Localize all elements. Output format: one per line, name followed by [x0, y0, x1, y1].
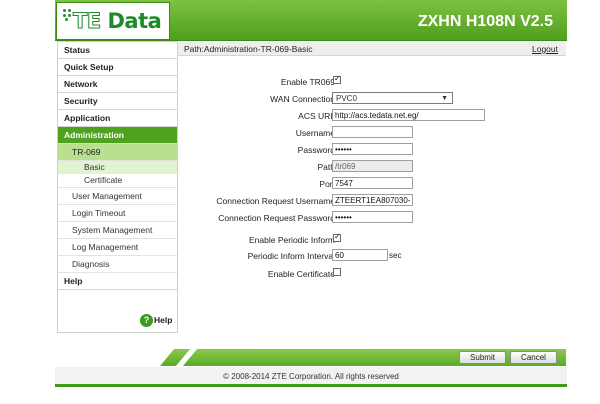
- row-conn-req-password: Connection Request Password ••••••: [178, 211, 566, 225]
- sidebar-menu: Status Quick Setup Network Security Appl…: [57, 41, 178, 333]
- wan-connection-value: PVC0: [336, 94, 357, 103]
- acs-url-input[interactable]: http://acs.tedata.net.eg/: [332, 109, 485, 121]
- breadcrumb-bar: Path:Administration-TR-069-Basic Logout: [178, 41, 566, 56]
- menu-item-network[interactable]: Network: [58, 76, 177, 93]
- path-input: /tr069: [332, 160, 413, 172]
- row-enable-certificate: Enable Certificate: [178, 267, 566, 281]
- enable-certificate-checkbox[interactable]: [333, 268, 341, 276]
- periodic-interval-label: Periodic Inform Interval: [247, 251, 335, 261]
- enable-tr069-label: Enable TR069: [280, 77, 335, 87]
- password-label: Password: [297, 145, 335, 155]
- tr069-submenu: Basic Certificate: [58, 161, 177, 188]
- help-link[interactable]: ? Help: [140, 314, 172, 327]
- submit-button[interactable]: Submit: [459, 351, 506, 364]
- conn-req-username-input[interactable]: ZTEERT1EA807030-: [332, 194, 413, 206]
- sub-item-tr069[interactable]: TR-069: [58, 144, 177, 161]
- menu-item-administration[interactable]: Administration: [58, 127, 177, 144]
- breadcrumb: Path:Administration-TR-069-Basic: [184, 44, 313, 54]
- help-icon: ?: [140, 314, 153, 327]
- row-enable-tr069: Enable TR069: [178, 74, 566, 89]
- footer: © 2008-2014 ZTE Corporation. All rights …: [55, 367, 567, 387]
- row-acs-url: ACS URL http://acs.tedata.net.eg/: [178, 109, 566, 123]
- help-link-label: Help: [154, 314, 173, 325]
- logo: TE Data: [56, 2, 170, 40]
- menu-item-security[interactable]: Security: [58, 93, 177, 110]
- username-input[interactable]: [332, 126, 413, 138]
- sub-item-log-management[interactable]: Log Management: [58, 239, 177, 256]
- menu-item-status[interactable]: Status: [58, 42, 177, 59]
- username-label: Username: [295, 128, 335, 138]
- model-name: ZXHN H108N V2.5: [417, 13, 553, 30]
- logo-dots-icon: [63, 9, 73, 21]
- menu-item-help[interactable]: Help: [58, 273, 177, 290]
- enable-certificate-label: Enable Certificate: [267, 269, 335, 279]
- periodic-interval-input[interactable]: 60: [332, 249, 388, 261]
- cancel-button[interactable]: Cancel: [510, 351, 557, 364]
- subsub-item-certificate[interactable]: Certificate: [58, 174, 177, 187]
- copyright-text: © 2008-2014 ZTE Corporation. All rights …: [223, 372, 399, 381]
- logout-link[interactable]: Logout: [532, 44, 558, 54]
- row-path: Path /tr069: [178, 160, 566, 174]
- subsub-item-basic[interactable]: Basic: [58, 161, 177, 174]
- conn-req-username-label: Connection Request Username: [216, 196, 335, 206]
- enable-tr069-checkbox[interactable]: [333, 74, 341, 84]
- menu-item-application[interactable]: Application: [58, 110, 177, 127]
- logo-text: TE Data: [73, 9, 162, 34]
- sub-item-diagnosis[interactable]: Diagnosis: [58, 256, 177, 273]
- menu-item-quick-setup[interactable]: Quick Setup: [58, 59, 177, 76]
- sub-item-system-management[interactable]: System Management: [58, 222, 177, 239]
- sub-item-login-timeout[interactable]: Login Timeout: [58, 205, 177, 222]
- row-wan-connection: WAN Connection PVC0 ▼: [178, 92, 566, 106]
- acs-url-label: ACS URL: [298, 111, 335, 121]
- row-periodic-interval: Periodic Inform Interval 60 sec: [178, 249, 566, 263]
- row-username: Username: [178, 126, 566, 140]
- port-input[interactable]: 7547: [332, 177, 413, 189]
- dropdown-arrow-icon: ▼: [441, 95, 448, 102]
- password-input[interactable]: ••••••: [332, 143, 413, 155]
- row-port: Port 7547: [178, 177, 566, 191]
- sub-item-user-management[interactable]: User Management: [58, 188, 177, 205]
- row-enable-periodic: Enable Periodic Inform: [178, 232, 566, 247]
- conn-req-password-input[interactable]: ••••••: [332, 211, 413, 223]
- row-conn-req-username: Connection Request Username ZTEERT1EA807…: [178, 194, 566, 208]
- wan-connection-select[interactable]: PVC0 ▼: [332, 92, 453, 104]
- row-password: Password ••••••: [178, 143, 566, 157]
- periodic-interval-unit: sec: [389, 251, 402, 260]
- wan-connection-label: WAN Connection: [270, 94, 335, 104]
- enable-periodic-label: Enable Periodic Inform: [249, 235, 335, 245]
- conn-req-password-label: Connection Request Password: [218, 213, 335, 223]
- enable-periodic-checkbox[interactable]: [333, 232, 341, 242]
